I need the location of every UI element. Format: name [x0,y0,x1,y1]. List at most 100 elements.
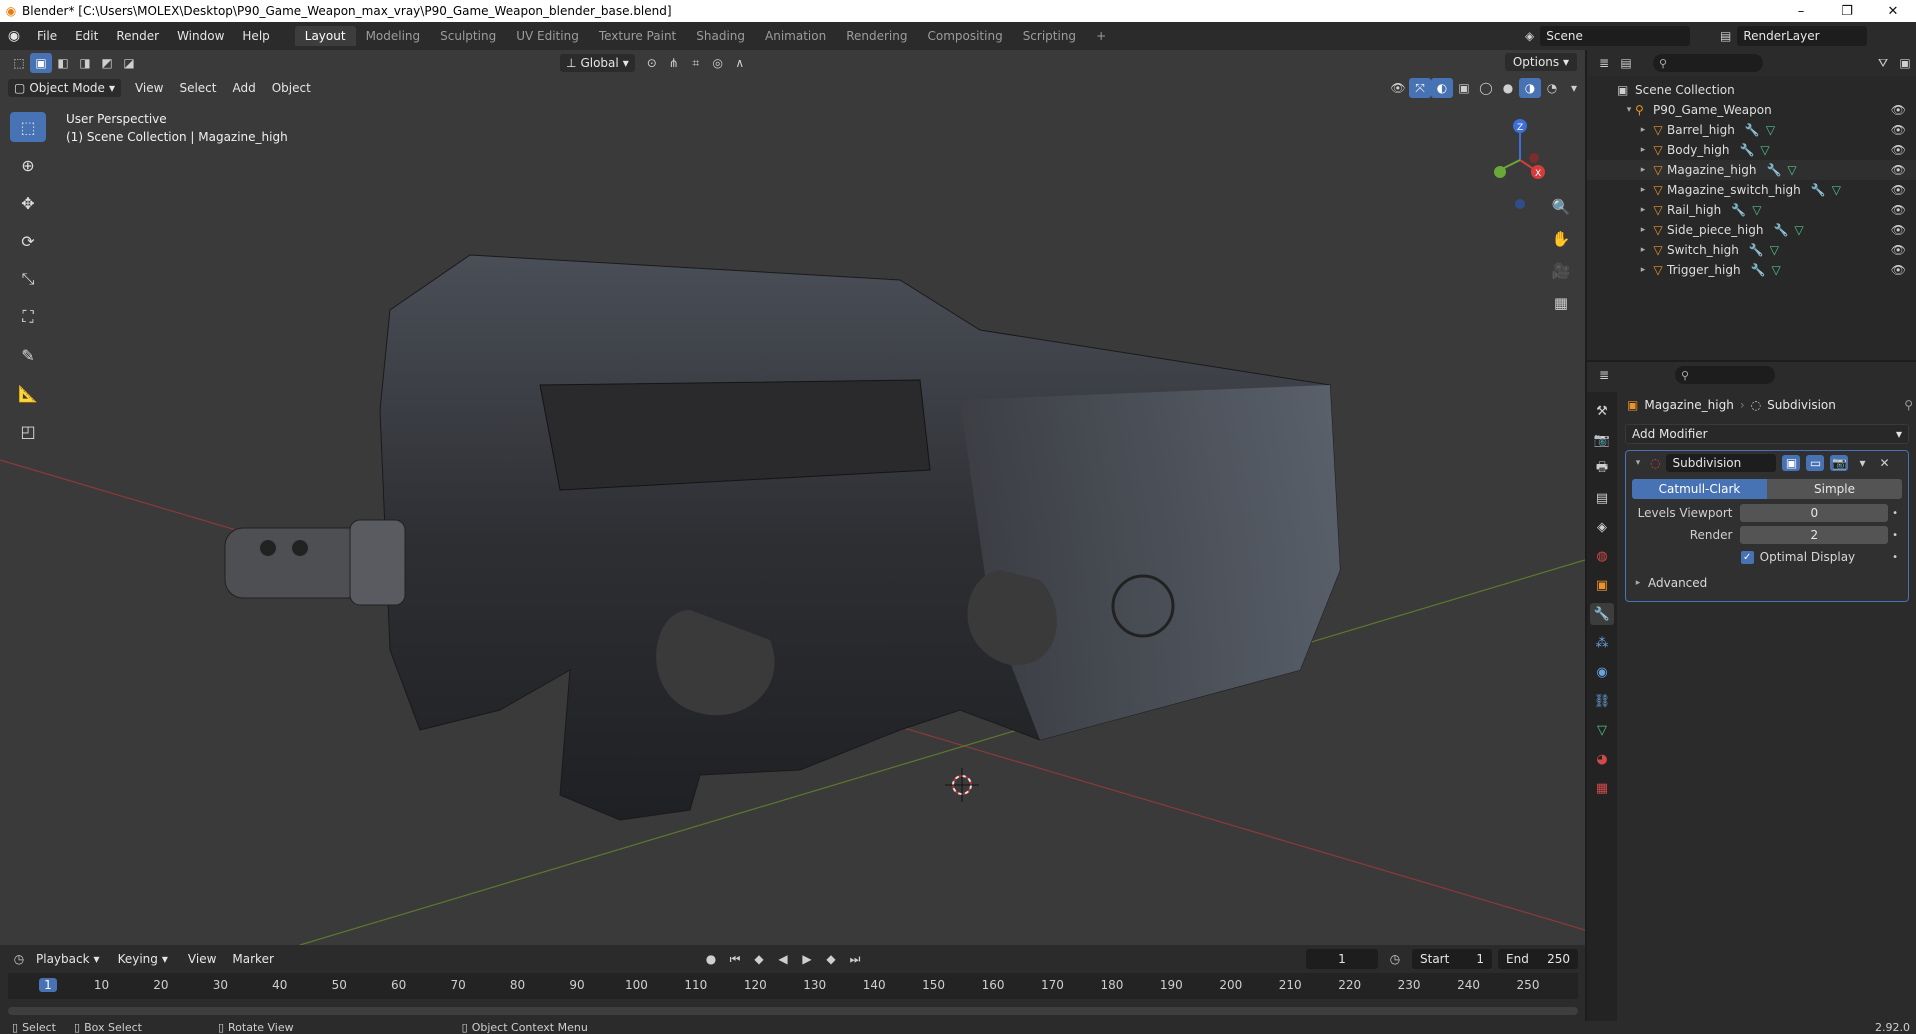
outliner-row-p90-collection[interactable]: ▾ ⚲ P90_Game_Weapon 👁 [1587,100,1916,120]
modifier-wrench-icon[interactable]: 🔧 [1751,263,1766,277]
properties-search-input[interactable]: ⚲ [1675,366,1775,384]
tab-scripting[interactable]: Scripting [1013,26,1086,46]
gizmo-toggle-icon[interactable]: ⤧ [1409,78,1431,98]
cursor-tool-icon[interactable]: ⊕ [10,150,46,180]
tab-layout[interactable]: Layout [294,26,356,46]
constraints-tab-icon[interactable]: ⛓ [1590,690,1614,712]
play-icon[interactable]: ▶ [796,949,818,969]
select-mode-extend-icon[interactable]: ◨ [74,53,96,73]
prev-keyframe-icon[interactable]: ◆ [748,949,770,969]
object-mode-dropdown[interactable]: ▢ Object Mode ▾ [8,79,121,97]
measure-tool-icon[interactable]: 📐 [10,378,46,408]
visibility-eye-icon[interactable]: 👁 [1891,163,1906,177]
jump-start-icon[interactable]: ⏮ [724,949,746,969]
menu-help[interactable]: Help [233,29,278,43]
snap-target-icon[interactable]: ⌗ [685,53,707,73]
tab-animation[interactable]: Animation [755,26,836,46]
pin-icon[interactable]: ⚲ [1904,398,1913,412]
expand-toggle-icon[interactable]: ▸ [1632,578,1644,588]
object-tab-icon[interactable]: ▣ [1590,574,1614,596]
expand-toggle-icon[interactable]: ▸ [1637,245,1649,255]
play-reverse-icon[interactable]: ◀ [772,949,794,969]
modifier-menu-icon[interactable]: ▾ [1854,453,1870,473]
modifier-wrench-icon[interactable]: 🔧 [1745,123,1760,137]
select-mode-subtract-icon[interactable]: ◩ [96,53,118,73]
navigation-gizmo[interactable]: Z X [1460,110,1560,240]
outliner-row-object[interactable]: ▸ ▽ Body_high 🔧 ▽ 👁 [1587,140,1916,160]
expand-toggle-icon[interactable]: ▸ [1637,225,1649,235]
filter-icon[interactable]: ⛛ [1872,53,1894,73]
expand-toggle-icon[interactable]: ▸ [1637,125,1649,135]
tab-shading[interactable]: Shading [686,26,755,46]
select-box-icon[interactable]: ▣ [30,53,52,73]
shading-options-icon[interactable]: ▾ [1563,78,1585,98]
xray-toggle-icon[interactable]: ▣ [1453,78,1475,98]
pivot-point-icon[interactable]: ⊙ [641,53,663,73]
add-cube-tool-icon[interactable]: ◰ [10,416,46,446]
start-frame-field[interactable]: Start 1 [1412,949,1492,969]
pan-hand-icon[interactable]: ✋ [1547,227,1575,251]
perspective-toggle-icon[interactable]: ▦ [1547,291,1575,315]
wireframe-shading-icon[interactable]: ◯ [1475,78,1497,98]
outliner-row-object[interactable]: ▸ ▽ Rail_high 🔧 ▽ 👁 [1587,200,1916,220]
visibility-icon[interactable]: 👁 [1387,78,1409,98]
material-tab-icon[interactable]: ◕ [1590,748,1614,770]
jump-end-icon[interactable]: ⏭ [844,949,866,969]
keyframe-dot-icon[interactable]: • [1888,508,1902,519]
tab-compositing[interactable]: Compositing [917,26,1012,46]
next-keyframe-icon[interactable]: ◆ [820,949,842,969]
camera-view-icon[interactable]: 🎥 [1547,259,1575,283]
outliner-row-object[interactable]: ▸ ▽ Barrel_high 🔧 ▽ 👁 [1587,120,1916,140]
visibility-eye-icon[interactable]: 👁 [1891,263,1906,277]
visibility-eye-icon[interactable]: 👁 [1891,243,1906,257]
expand-toggle-icon[interactable]: ▸ [1637,265,1649,275]
outliner-row-object[interactable]: ▸ ▽ Switch_high 🔧 ▽ 👁 [1587,240,1916,260]
viewport-menu-select[interactable]: Select [171,79,224,97]
new-collection-icon[interactable]: ▣ [1894,53,1916,73]
world-tab-icon[interactable]: ◍ [1590,545,1614,567]
visibility-eye-icon[interactable]: 👁 [1891,123,1906,137]
material-shading-icon[interactable]: ◑ [1519,78,1541,98]
optimal-display-checkbox[interactable]: ✓ [1740,550,1754,564]
outliner-row-object[interactable]: ▸ ▽ Magazine_switch_high 🔧 ▽ 👁 [1587,180,1916,200]
modifier-wrench-icon[interactable]: 🔧 [1739,143,1754,157]
close-window-button[interactable]: ✕ [1870,0,1916,22]
rendered-shading-icon[interactable]: ◔ [1541,78,1563,98]
mesh-data-icon[interactable]: ▽ [1772,263,1781,277]
options-dropdown[interactable]: Options ▾ [1504,53,1577,71]
menu-file[interactable]: File [28,29,66,43]
outliner-row-object[interactable]: ▸ ▽ Trigger_high 🔧 ▽ 👁 [1587,260,1916,280]
visibility-eye-icon[interactable]: 👁 [1891,103,1906,117]
end-frame-field[interactable]: End 250 [1498,949,1578,969]
zoom-icon[interactable]: 🔍 [1547,195,1575,219]
add-modifier-dropdown[interactable]: Add Modifier ▾ [1625,424,1909,444]
expand-toggle-icon[interactable]: ▸ [1637,165,1649,175]
mesh-data-icon[interactable]: ▽ [1766,123,1775,137]
mesh-data-icon[interactable]: ▽ [1752,203,1761,217]
visibility-eye-icon[interactable]: 👁 [1891,203,1906,217]
texture-tab-icon[interactable]: ▦ [1590,777,1614,799]
keyframe-dot-icon[interactable]: • [1888,552,1902,563]
tab-uv-editing[interactable]: UV Editing [506,26,589,46]
preview-range-icon[interactable]: ◷ [1384,949,1406,969]
output-tab-icon[interactable]: 🖶 [1590,458,1614,480]
minimize-button[interactable]: – [1778,0,1824,22]
viewport-menu-view[interactable]: View [127,79,171,97]
outliner-row-object[interactable]: ▸ ▽ Magazine_high 🔧 ▽ 👁 [1587,160,1916,180]
catmull-clark-button[interactable]: Catmull-Clark [1632,479,1767,499]
select-mode-invert-icon[interactable]: ◪ [118,53,140,73]
viewport-toggle-icon[interactable]: ▭ [1806,455,1825,471]
editmode-toggle-icon[interactable]: ▣ [1782,455,1801,471]
record-icon[interactable]: ● [700,949,722,969]
snap-icon[interactable]: ⋔ [663,53,685,73]
rotate-tool-icon[interactable]: ⟳ [10,226,46,256]
outliner-editor-type-icon[interactable]: ≣ [1593,53,1615,73]
menu-edit[interactable]: Edit [66,29,107,43]
menu-window[interactable]: Window [168,29,233,43]
mesh-data-icon[interactable]: ▽ [1794,223,1803,237]
modifier-wrench-icon[interactable]: 🔧 [1731,203,1746,217]
tab-modeling[interactable]: Modeling [356,26,431,46]
tab-texture-paint[interactable]: Texture Paint [589,26,686,46]
editor-type-icon[interactable]: ⬚ [8,53,30,73]
transform-tool-icon[interactable]: ⛶ [10,302,46,332]
